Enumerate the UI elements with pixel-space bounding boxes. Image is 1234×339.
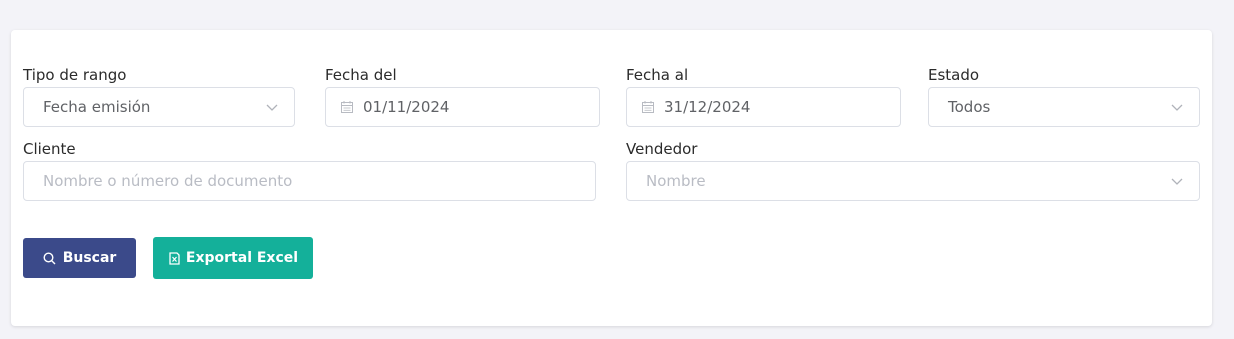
excel-file-icon [169,251,180,265]
search-icon [43,251,56,264]
search-button-label: Buscar [62,250,117,266]
calendar-icon [642,101,654,113]
export-excel-button[interactable]: Exportal Excel [153,237,313,279]
date-from-picker[interactable]: 01/11/2024 [325,87,600,127]
seller-label: Vendedor [626,140,698,158]
date-to-label: Fecha al [626,66,689,84]
date-to-picker[interactable]: 31/12/2024 [626,87,901,127]
status-value: Todos [948,98,991,116]
client-label: Cliente [23,140,76,158]
seller-placeholder: Nombre [646,172,706,190]
date-to-value: 31/12/2024 [664,98,751,116]
chevron-down-icon [1171,178,1183,185]
range-type-label: Tipo de rango [23,66,127,84]
client-input[interactable]: Nombre o número de documento [23,161,596,201]
search-button[interactable]: Buscar [23,238,136,278]
status-select[interactable]: Todos [928,87,1200,127]
chevron-down-icon [266,104,278,111]
date-from-label: Fecha del [325,66,397,84]
seller-select[interactable]: Nombre [626,161,1200,201]
filter-card: Tipo de rango Fecha emisión Fecha del 01… [11,30,1212,326]
range-type-select[interactable]: Fecha emisión [23,87,295,127]
status-label: Estado [928,66,980,84]
date-from-value: 01/11/2024 [363,98,450,116]
client-placeholder: Nombre o número de documento [43,172,293,190]
chevron-down-icon [1171,104,1183,111]
calendar-icon [341,101,353,113]
export-button-label: Exportal Excel [185,250,299,266]
range-type-value: Fecha emisión [43,98,151,116]
